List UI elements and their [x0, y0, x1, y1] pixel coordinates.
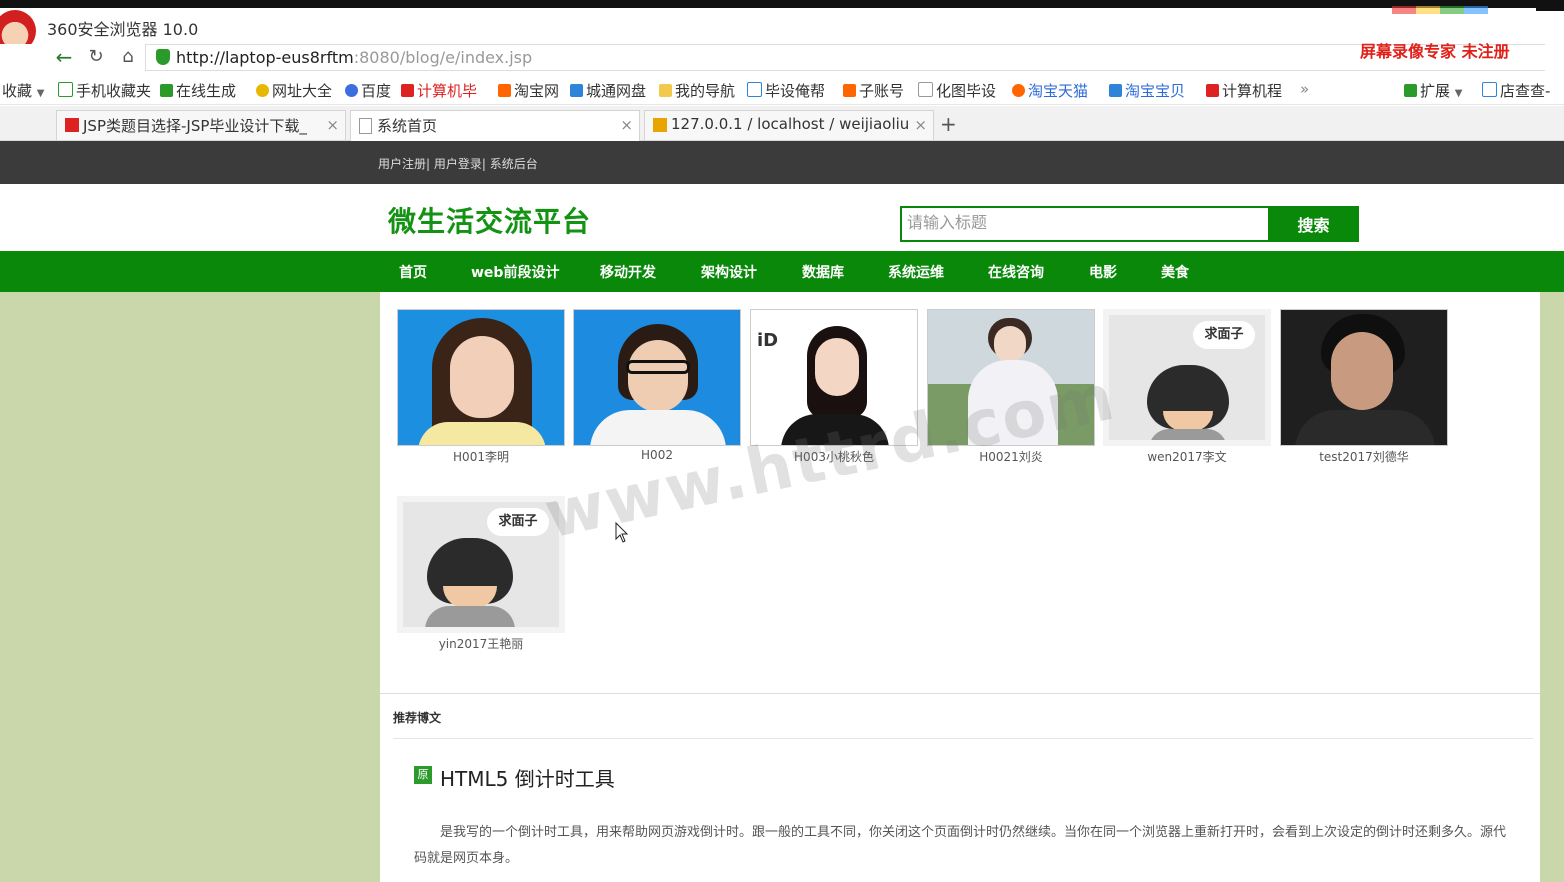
- tab-system-home[interactable]: 系统首页 ×: [350, 110, 640, 141]
- tab-jsp-topics[interactable]: JSP类题目选择-JSP毕业设计下载_ ×: [56, 110, 346, 140]
- bookmark-item[interactable]: 子账号: [843, 80, 904, 101]
- bookmark-item[interactable]: 手机收藏夹: [58, 80, 151, 101]
- close-tab-icon[interactable]: ×: [620, 116, 633, 134]
- member-card[interactable]: test2017刘德华: [1280, 309, 1448, 465]
- page-favicon-icon: [65, 118, 79, 132]
- nav-mobile-dev[interactable]: 移动开发: [600, 262, 656, 282]
- new-tab-button[interactable]: +: [940, 112, 957, 136]
- mouse-cursor-icon: [615, 522, 629, 543]
- member-name[interactable]: yin2017王艳丽: [397, 635, 565, 652]
- back-arrow-icon[interactable]: ←: [50, 44, 78, 70]
- phpmyadmin-icon: [653, 118, 667, 132]
- bookmark-item[interactable]: 淘宝天猫: [1012, 80, 1088, 101]
- security-shield-icon: [156, 49, 170, 65]
- url-host: http://laptop-eus8rftm: [176, 48, 354, 67]
- post-title-link[interactable]: HTML5 倒计时工具: [440, 763, 615, 792]
- nav-architecture[interactable]: 架构设计: [701, 262, 757, 282]
- member-photo[interactable]: [573, 309, 741, 446]
- bookmark-item[interactable]: 计算机程: [1206, 80, 1282, 101]
- nav-consult[interactable]: 在线咨询: [988, 262, 1044, 282]
- bookmark-item[interactable]: 城通网盘: [570, 80, 646, 101]
- minimize-button[interactable]: [1536, 8, 1564, 11]
- site-top-bar: [0, 141, 1564, 184]
- tab-phpmyadmin[interactable]: 127.0.0.1 / localhost / weijiaoliu ×: [644, 110, 934, 140]
- app-title: 360安全浏览器 10.0: [47, 20, 199, 39]
- bookmark-item[interactable]: 淘宝网: [498, 80, 559, 101]
- nav-web-frontend[interactable]: web前段设计: [471, 262, 559, 282]
- section-divider: [380, 693, 1540, 694]
- member-photo[interactable]: [397, 309, 565, 446]
- recorder-watermark-text: 屏幕录像专家 未注册: [1360, 42, 1510, 61]
- bookmark-item[interactable]: 毕设俺帮: [747, 80, 825, 101]
- original-badge: 原: [414, 766, 432, 784]
- bookmark-item[interactable]: 计算机毕: [401, 80, 477, 101]
- bookmark-favorites[interactable]: 收藏 ▼: [2, 80, 45, 101]
- user-links[interactable]: 用户注册| 用户登录| 系统后台: [378, 155, 538, 172]
- member-name[interactable]: test2017刘德华: [1280, 448, 1448, 465]
- close-tab-icon[interactable]: ×: [326, 116, 339, 134]
- member-name[interactable]: H001李明: [397, 448, 565, 465]
- nav-movies[interactable]: 电影: [1089, 262, 1117, 282]
- main-nav: [0, 251, 1564, 292]
- member-photo[interactable]: [1280, 309, 1448, 446]
- bookmarks-more-icon[interactable]: »: [1300, 80, 1309, 98]
- bookmark-item[interactable]: 淘宝宝贝: [1109, 80, 1185, 101]
- search-input[interactable]: [903, 209, 1265, 239]
- speech-bubble: 求面子: [487, 508, 549, 536]
- close-tab-icon[interactable]: ×: [914, 116, 927, 134]
- bookmark-item[interactable]: 百度: [345, 80, 391, 101]
- member-card[interactable]: 求面子 wen2017李文: [1103, 309, 1271, 465]
- nav-home[interactable]: 首页: [399, 262, 427, 282]
- page-background-right: [1540, 292, 1564, 882]
- nav-database[interactable]: 数据库: [802, 262, 844, 282]
- window-top-edge: [0, 0, 1564, 8]
- nav-food[interactable]: 美食: [1161, 262, 1189, 282]
- page-favicon-icon: [359, 118, 372, 134]
- bookmark-item[interactable]: 化图毕设: [918, 80, 996, 101]
- member-card[interactable]: H001李明: [397, 309, 565, 465]
- bookmark-item[interactable]: 网址大全: [256, 80, 332, 101]
- refresh-icon[interactable]: ↻: [82, 44, 110, 70]
- search-button[interactable]: 搜索: [1268, 206, 1359, 242]
- page-background-left: [0, 292, 380, 882]
- member-photo[interactable]: 求面子: [397, 496, 565, 633]
- window-skin-icons: [1392, 6, 1488, 14]
- member-name[interactable]: wen2017李文: [1103, 448, 1271, 465]
- bookmark-item[interactable]: 我的导航: [659, 80, 735, 101]
- bookmark-item[interactable]: 在线生成: [160, 80, 236, 101]
- title-bar: [0, 8, 1564, 44]
- nav-sysops[interactable]: 系统运维: [888, 262, 944, 282]
- url-text[interactable]: http://laptop-eus8rftm:8080/blog/e/index…: [176, 48, 532, 67]
- extensions-menu[interactable]: 扩展 ▼: [1404, 80, 1463, 101]
- member-card[interactable]: H002: [573, 309, 741, 462]
- url-path: :8080/blog/e/index.jsp: [353, 48, 533, 67]
- recommend-underline: [393, 738, 1533, 739]
- home-icon[interactable]: ⌂: [114, 44, 142, 70]
- recommend-heading: 推荐博文: [393, 711, 442, 725]
- site-title[interactable]: 微生活交流平台: [388, 200, 591, 240]
- speech-bubble: 求面子: [1193, 321, 1255, 349]
- member-photo[interactable]: 求面子: [1103, 309, 1271, 446]
- bookmark-item[interactable]: 店查查-: [1482, 80, 1550, 101]
- post-summary: 是我写的一个倒计时工具，用来帮助网页游戏倒计时。跟一般的工具不同，你关闭这个页面…: [414, 825, 1507, 866]
- member-card[interactable]: 求面子 yin2017王艳丽: [397, 496, 565, 652]
